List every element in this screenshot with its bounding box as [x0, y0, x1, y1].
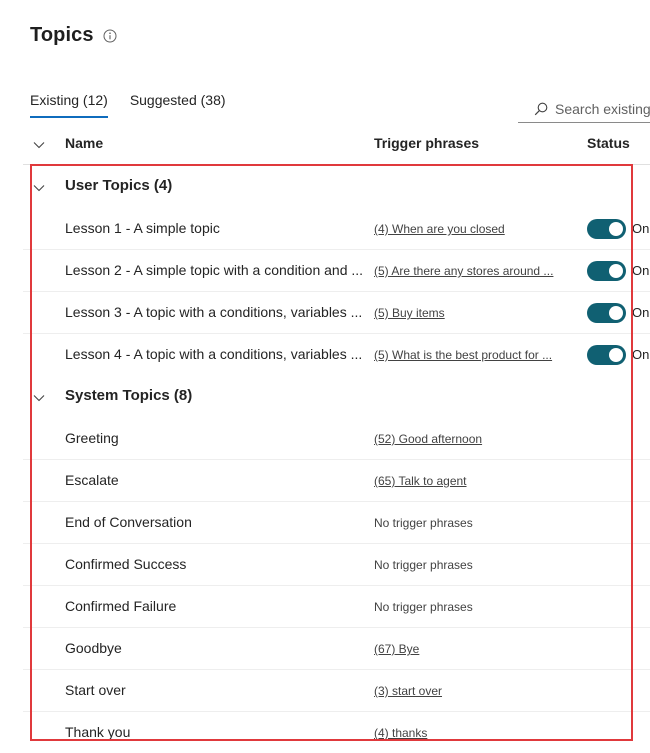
- toggle-knob: [609, 222, 623, 236]
- info-icon[interactable]: [103, 29, 117, 43]
- table-row[interactable]: Lesson 2 - A simple topic with a conditi…: [23, 250, 650, 292]
- tab-suggested[interactable]: Suggested (38): [130, 92, 226, 116]
- table-row[interactable]: End of Conversation No trigger phrases: [23, 502, 650, 544]
- search-input[interactable]: Search existing: [518, 96, 650, 123]
- status-toggle[interactable]: [587, 219, 626, 239]
- table-row[interactable]: Lesson 1 - A simple topic (4) When are y…: [23, 208, 650, 250]
- toggle-knob: [609, 306, 623, 320]
- topic-name[interactable]: Goodbye: [65, 640, 122, 656]
- trigger-phrases-link[interactable]: (67) Bye: [374, 642, 419, 656]
- column-header-trigger-phrases[interactable]: Trigger phrases: [374, 135, 479, 151]
- table-row[interactable]: Greeting (52) Good afternoon: [23, 418, 650, 460]
- page-header: Topics: [30, 24, 117, 47]
- trigger-phrases-text: No trigger phrases: [374, 516, 473, 530]
- page-title: Topics: [30, 24, 94, 46]
- group-label: System Topics (8): [65, 387, 193, 404]
- tab-existing[interactable]: Existing (12): [30, 92, 108, 118]
- topic-name[interactable]: Start over: [65, 682, 126, 698]
- trigger-phrases-link[interactable]: (5) Buy items: [374, 306, 445, 320]
- group-header-user-topics[interactable]: User Topics (4): [23, 165, 650, 208]
- topic-name[interactable]: Greeting: [65, 430, 119, 446]
- trigger-phrases-link[interactable]: (4) thanks: [374, 726, 427, 740]
- table-row[interactable]: Start over (3) start over: [23, 670, 650, 712]
- trigger-phrases-link[interactable]: (5) What is the best product for ...: [374, 348, 552, 362]
- chevron-down-icon[interactable]: [33, 181, 45, 193]
- chevron-down-icon[interactable]: [33, 391, 45, 403]
- status-label: On: [632, 305, 650, 320]
- status-label: On: [632, 221, 650, 236]
- topic-name[interactable]: Thank you: [65, 724, 130, 740]
- topic-name[interactable]: Lesson 4 - A topic with a conditions, va…: [65, 346, 362, 362]
- column-header-name[interactable]: Name: [65, 135, 103, 151]
- topic-name[interactable]: Lesson 3 - A topic with a conditions, va…: [65, 304, 362, 320]
- column-header-status[interactable]: Status: [587, 135, 630, 151]
- trigger-phrases-link[interactable]: (65) Talk to agent: [374, 474, 467, 488]
- topics-list: User Topics (4) Lesson 1 - A simple topi…: [23, 165, 650, 753]
- collapse-all-chevron-icon[interactable]: [33, 138, 45, 150]
- search-placeholder: Search existing: [555, 101, 650, 117]
- table-row[interactable]: Lesson 4 - A topic with a conditions, va…: [23, 334, 650, 375]
- topic-name[interactable]: Confirmed Success: [65, 556, 186, 572]
- topic-tabs: Existing (12) Suggested (38): [30, 92, 248, 118]
- trigger-phrases-link[interactable]: (5) Are there any stores around ...: [374, 264, 553, 278]
- status-label: On: [632, 263, 650, 278]
- toggle-knob: [609, 264, 623, 278]
- table-row[interactable]: Confirmed Success No trigger phrases: [23, 544, 650, 586]
- topic-name[interactable]: Confirmed Failure: [65, 598, 176, 614]
- trigger-phrases-link[interactable]: (3) start over: [374, 684, 442, 698]
- group-label: User Topics (4): [65, 177, 173, 194]
- search-icon: [534, 102, 548, 116]
- table-row[interactable]: Escalate (65) Talk to agent: [23, 460, 650, 502]
- group-header-system-topics[interactable]: System Topics (8): [23, 375, 650, 418]
- topic-name[interactable]: Lesson 2 - A simple topic with a conditi…: [65, 262, 363, 278]
- table-row[interactable]: Lesson 3 - A topic with a conditions, va…: [23, 292, 650, 334]
- trigger-phrases-link[interactable]: (4) When are you closed: [374, 222, 505, 236]
- status-label: On: [632, 347, 650, 362]
- status-toggle[interactable]: [587, 345, 626, 365]
- table-row[interactable]: Goodbye (67) Bye: [23, 628, 650, 670]
- trigger-phrases-link[interactable]: (52) Good afternoon: [374, 432, 482, 446]
- trigger-phrases-text: No trigger phrases: [374, 558, 473, 572]
- toggle-knob: [609, 348, 623, 362]
- topic-name[interactable]: Escalate: [65, 472, 119, 488]
- status-toggle[interactable]: [587, 303, 626, 323]
- status-toggle[interactable]: [587, 261, 626, 281]
- table-row[interactable]: Confirmed Failure No trigger phrases: [23, 586, 650, 628]
- table-header: Name Trigger phrases Status: [23, 128, 650, 165]
- topic-name[interactable]: Lesson 1 - A simple topic: [65, 220, 220, 236]
- topic-name[interactable]: End of Conversation: [65, 514, 192, 530]
- trigger-phrases-text: No trigger phrases: [374, 600, 473, 614]
